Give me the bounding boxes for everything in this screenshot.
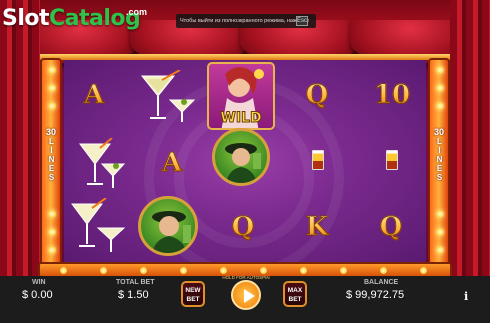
esc-key-hint[interactable]: Esc (296, 16, 308, 26)
wild-label: WILD (220, 110, 262, 127)
symbol-10: 10 (373, 80, 411, 111)
symbol-k: K (302, 212, 332, 243)
martini-icon (140, 70, 196, 122)
lines-count: 30 (433, 127, 444, 137)
logo-part-1: Slot (2, 6, 50, 31)
total-bet-value: $ 1.50 (118, 289, 149, 301)
reel-frame-top (40, 54, 450, 60)
shot-glass-icon (312, 150, 324, 170)
symbol-a: A (158, 148, 186, 179)
new-bet-button[interactable]: NEW BET (181, 281, 205, 307)
shot-glass-icon (386, 150, 398, 170)
spin-button[interactable] (231, 280, 261, 310)
symbol-q: Q (302, 80, 332, 111)
new-bet-label: BET (186, 296, 200, 303)
right-lines-indicator: 30 LINES (428, 127, 450, 183)
martini-icon (79, 138, 126, 188)
play-icon (244, 289, 255, 303)
symbol-q: Q (376, 212, 406, 243)
lines-count: 30 (45, 127, 56, 137)
max-bet-label: BET (288, 296, 302, 303)
balance-value: $ 99,972.75 (346, 289, 405, 301)
max-bet-button[interactable]: MAX BET (283, 281, 307, 307)
gangster-symbol (138, 196, 198, 256)
balance-label: BALANCE (364, 279, 399, 286)
win-value: $ 0.00 (22, 289, 53, 301)
symbol-q: Q (228, 212, 258, 243)
info-button[interactable]: i (464, 290, 468, 303)
fullscreen-notice: Чтобы выйти из полноэкранного режима, на… (176, 14, 316, 28)
right-curtain (450, 0, 490, 323)
site-logo: SlotCatalog (2, 6, 141, 31)
new-bet-label: NEW (185, 287, 201, 294)
logo-suffix: .com (126, 7, 148, 17)
symbol-a: A (80, 80, 108, 111)
lines-word: LINES (47, 137, 56, 182)
game-stage: A WILD Q 10 A Q K Q 30 LINES 30 LINES Sl… (0, 0, 490, 323)
left-curtain (0, 0, 40, 323)
gangster-symbol (212, 128, 270, 186)
max-bet-label: MAX (287, 287, 303, 294)
win-label: WIN (32, 279, 46, 286)
total-bet-label: TOTAL BET (116, 279, 155, 286)
martini-icon (71, 198, 126, 252)
wild-symbol: WILD (207, 62, 275, 130)
left-lines-indicator: 30 LINES (40, 127, 62, 183)
lines-word: LINES (435, 137, 444, 182)
